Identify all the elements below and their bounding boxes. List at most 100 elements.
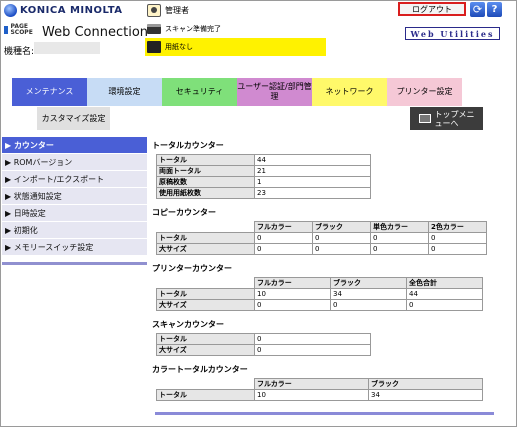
counter-content: トータルカウンター トータル 44 両面トータル 21 原稿枚数 1 使用用紙枚数 23 コピ…: [152, 140, 502, 409]
table-row: 両面トータル 21: [156, 165, 371, 177]
table-row: 大サイズ 0: [156, 344, 371, 356]
sidebar-item-2[interactable]: ▶ インポート/エクスポート: [2, 171, 147, 188]
counter-value: 0: [330, 299, 407, 311]
printer-icon: [147, 41, 161, 53]
table-header-cell: 単色カラー: [370, 221, 429, 233]
table-row: トータル 44: [156, 154, 371, 166]
sidebar: ▶ カウンター ▶ ROMバージョン ▶ インポート/エクスポート ▶ 状態通知設定 ▶…: [2, 137, 147, 256]
counter-value: 0: [254, 243, 313, 255]
counter-value: 0: [406, 299, 483, 311]
counter-value: 21: [254, 165, 371, 177]
row-label: 使用用紙枚数: [156, 187, 255, 199]
web-connection-title: Web Connection: [42, 25, 149, 40]
scan-status: スキャン準備完了: [147, 24, 221, 34]
total-counter-table: トータル 44 両面トータル 21 原稿枚数 1 使用用紙枚数 23: [156, 154, 371, 199]
scan-counter-table: トータル 0 大サイズ 0: [156, 333, 371, 356]
table-row: トータル 0 0 0 0: [156, 232, 487, 244]
top-menu-button[interactable]: トップメニューへ: [410, 107, 483, 130]
counter-value: 34: [330, 288, 407, 300]
row-label: トータル: [156, 232, 255, 244]
table-header-cell: [157, 278, 255, 289]
table-header-cell: フルカラー: [254, 378, 369, 390]
help-icon[interactable]: ?: [487, 2, 502, 17]
sidebar-item-1[interactable]: ▶ ROMバージョン: [2, 154, 147, 171]
row-label: 大サイズ: [156, 243, 255, 255]
copy-counter-table: フルカラー ブラック 単色カラー 2色カラー トータル 0 0 0 0 大サイズ 0 0 0 0: [156, 221, 487, 255]
color-total-counter-title: カラートータルカウンター: [152, 365, 248, 374]
table-header-cell: フルカラー: [254, 221, 313, 233]
table-row: 原稿枚数 1: [156, 176, 371, 188]
table-row: トータル 10 34: [156, 389, 483, 401]
top-menu-icon: [418, 114, 431, 123]
tab-customize-settings[interactable]: カスタマイズ設定: [37, 107, 110, 130]
counter-value: 0: [254, 333, 371, 345]
scan-counter-title: スキャンカウンター: [152, 320, 224, 329]
web-utilities-link[interactable]: Web Utilities: [405, 27, 500, 40]
counter-value: 0: [254, 344, 371, 356]
counter-value: 0: [312, 243, 371, 255]
device-name-label: 機種名:: [4, 47, 35, 57]
row-label: 原稿枚数: [156, 176, 255, 188]
counter-value: 0: [312, 232, 371, 244]
total-counter-title: トータルカウンター: [152, 141, 224, 150]
sidebar-item-4[interactable]: ▶ 日時設定: [2, 205, 147, 222]
top-menu-label: トップメニューへ: [434, 109, 475, 128]
table-header-cell: ブラック: [312, 221, 371, 233]
device-name-value: [34, 42, 100, 54]
copy-counter-title: コピーカウンター: [152, 208, 216, 217]
counter-value: 23: [254, 187, 371, 199]
admin-label: 管理者: [165, 6, 189, 15]
row-label: 大サイズ: [156, 299, 255, 311]
main-tabs: メンテナンス 環境設定 セキュリティ ユーザー認証/部門管理 ネットワーク プリンター設定: [12, 78, 462, 106]
sidebar-item-0[interactable]: ▶ カウンター: [2, 137, 147, 154]
admin-icon: [147, 4, 161, 17]
sidebar-item-5[interactable]: ▶ 初期化: [2, 222, 147, 239]
counter-value: 0: [254, 299, 331, 311]
printer-counter-table: フルカラー ブラック 全色合計 トータル 10 34 44 大サイズ 0 0 0: [156, 277, 483, 311]
row-label: 両面トータル: [156, 165, 255, 177]
table-header-cell: 全色合計: [406, 277, 483, 289]
counter-value: 0: [370, 243, 429, 255]
brand-name: KONICA MINOLTA: [20, 5, 123, 16]
table-header-cell: 2色カラー: [428, 221, 487, 233]
tab-3[interactable]: ユーザー認証/部門管理: [237, 78, 312, 106]
tab-2[interactable]: セキュリティ: [162, 78, 237, 106]
table-header-cell: [157, 222, 255, 233]
counter-value: 1: [254, 176, 371, 188]
row-label: トータル: [156, 389, 255, 401]
printer-counter-title: プリンターカウンター: [152, 264, 232, 273]
content-bottom-divider: [155, 412, 494, 415]
paper-status-text: 用紙なし: [165, 43, 193, 51]
counter-value: 10: [254, 288, 331, 300]
counter-value: 44: [254, 154, 371, 166]
sidebar-item-6[interactable]: ▶ メモリースイッチ設定: [2, 239, 147, 256]
table-row: トータル 10 34 44: [156, 288, 483, 300]
sidebar-divider: [2, 262, 147, 265]
logout-button[interactable]: ログアウト: [398, 2, 466, 16]
tab-1[interactable]: 環境設定: [87, 78, 162, 106]
table-header-cell: ブラック: [330, 277, 407, 289]
table-header-cell: [157, 379, 255, 390]
color-total-counter-table: フルカラー ブラック トータル 10 34: [156, 378, 483, 401]
row-label: 大サイズ: [156, 344, 255, 356]
row-label: トータル: [156, 333, 255, 345]
sidebar-item-3[interactable]: ▶ 状態通知設定: [2, 188, 147, 205]
counter-value: 10: [254, 389, 369, 401]
admin-status: 管理者: [147, 4, 189, 17]
refresh-icon[interactable]: ⟳: [470, 2, 485, 17]
table-row: 大サイズ 0 0 0 0: [156, 243, 487, 255]
paper-status-bar: 用紙なし: [145, 38, 326, 56]
pagescope-logo: PAGE SCOPE: [4, 24, 34, 36]
scanner-icon: [147, 24, 161, 34]
tab-5[interactable]: プリンター設定: [387, 78, 462, 106]
row-label: トータル: [156, 154, 255, 166]
counter-value: 0: [428, 243, 487, 255]
counter-value: 44: [406, 288, 483, 300]
tab-4[interactable]: ネットワーク: [312, 78, 387, 106]
scan-status-text: スキャン準備完了: [165, 25, 221, 33]
counter-value: 0: [428, 232, 487, 244]
table-row: 大サイズ 0 0 0: [156, 299, 483, 311]
pagescope-text: PAGE SCOPE: [10, 23, 33, 36]
tab-0[interactable]: メンテナンス: [12, 78, 87, 106]
pagescope-mark-icon: [4, 26, 9, 34]
